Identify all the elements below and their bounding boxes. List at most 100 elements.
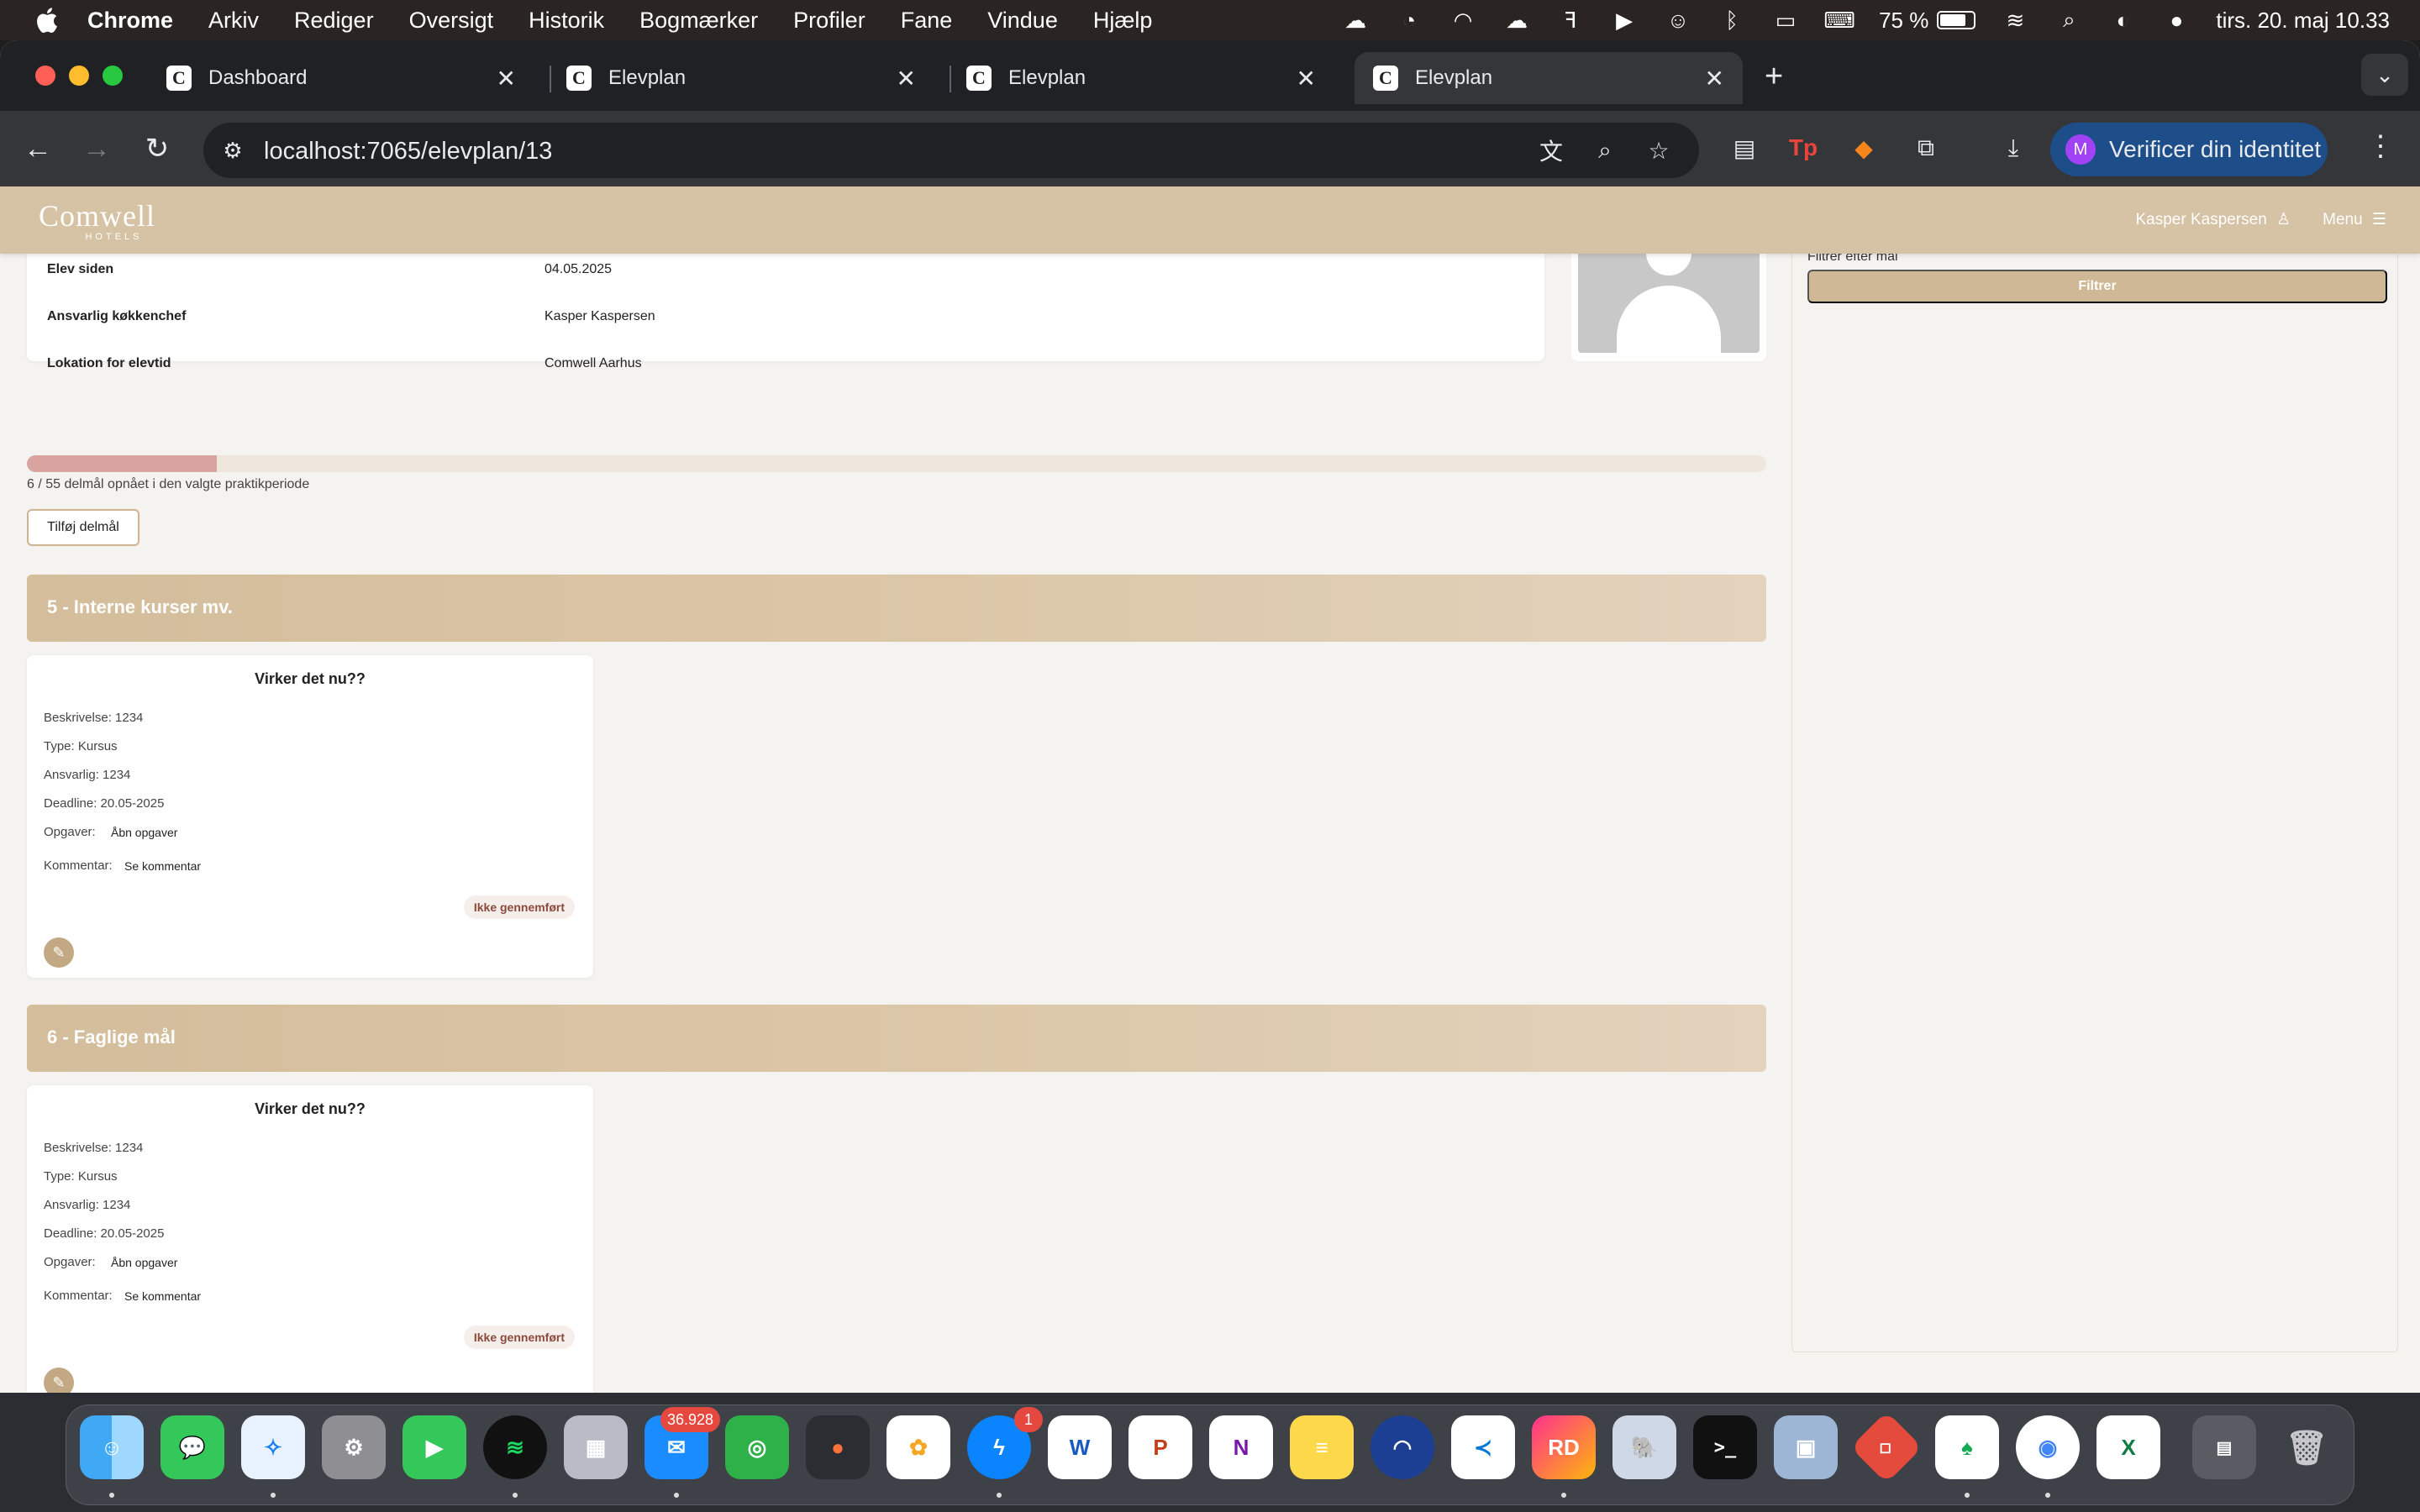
network-scan-icon[interactable]: ◠	[1449, 6, 1477, 34]
flag-app-icon[interactable]: ꟻ	[1556, 6, 1585, 34]
tab-elevplan[interactable]: C Elevplan ✕	[948, 52, 1334, 104]
menubar-clock[interactable]: tirs. 20. maj 10.33	[2216, 8, 2390, 34]
back-arrow-icon[interactable]: ←	[18, 129, 57, 168]
extensions-puzzle-icon[interactable]: ⧉	[1909, 131, 1943, 165]
menu-arkiv[interactable]: Arkiv	[208, 8, 259, 34]
preview-icon[interactable]: ▣	[1774, 1415, 1838, 1479]
zoom-icon[interactable]: ⌕	[1590, 135, 1620, 165]
tp-extension-icon[interactable]: Tp	[1786, 131, 1820, 165]
browser-menu-kebab-icon[interactable]: ⋮	[2366, 129, 2395, 163]
tab-elevplan[interactable]: C Elevplan ✕	[548, 52, 934, 104]
tab-close-icon[interactable]: ✕	[1297, 65, 1316, 92]
launchpad-icon[interactable]: ▦	[564, 1415, 628, 1479]
stage-manager-icon[interactable]: ▭	[1771, 6, 1800, 34]
add-goal-button[interactable]: Tilføj delmål	[27, 509, 139, 546]
apple-menu-icon[interactable]	[34, 6, 59, 34]
tab-search-chevron-icon[interactable]: ⌄	[2361, 54, 2408, 96]
battery-icon[interactable]	[1937, 11, 1976, 29]
siri-icon[interactable]: ●	[2162, 6, 2191, 34]
edit-pencil-icon[interactable]: ✎	[44, 937, 74, 968]
open-tasks-button[interactable]: Åbn opgaver	[111, 1256, 177, 1269]
see-comment-button[interactable]: Se kommentar	[124, 1289, 201, 1303]
running-indicator	[997, 1493, 1002, 1498]
terminal-icon[interactable]: >_	[1693, 1415, 1757, 1479]
menu-fane[interactable]: Fane	[901, 8, 953, 34]
menu-bogmaerker[interactable]: Bogmærker	[639, 8, 758, 34]
system-settings-icon[interactable]: ⚙	[322, 1415, 386, 1479]
find-my-icon[interactable]: ◎	[725, 1415, 789, 1479]
mongodb-icon[interactable]: ♠	[1935, 1415, 1999, 1479]
window-close-button[interactable]	[35, 66, 55, 86]
rider-icon[interactable]: RD	[1532, 1415, 1596, 1479]
menu-profiler[interactable]: Profiler	[793, 8, 865, 34]
circle-status-icon[interactable]: ◔	[1395, 6, 1423, 34]
spotlight-search-icon[interactable]: ⌕	[2054, 6, 2083, 34]
firefox-icon[interactable]: ●	[806, 1415, 870, 1479]
control-center-icon[interactable]: ◐	[2108, 6, 2137, 34]
bookmark-star-icon[interactable]: ☆	[1644, 135, 1674, 165]
trash-icon[interactable]: 🗑	[2275, 1415, 2338, 1479]
comwell-logo[interactable]: Comwell HOTELS	[39, 198, 155, 242]
git-icon[interactable]: ◇	[1850, 1411, 1923, 1483]
icloud-icon[interactable]: ☁	[1502, 6, 1531, 34]
postgres-icon[interactable]: 🐘	[1612, 1415, 1676, 1479]
forward-arrow-icon[interactable]: →	[77, 129, 116, 168]
network-icon[interactable]: ◠	[1370, 1415, 1434, 1479]
safari-icon[interactable]: ✧	[241, 1415, 305, 1479]
tab-close-icon[interactable]: ✕	[1705, 65, 1724, 92]
goal-responsible: Ansvarlig: 1234	[44, 1198, 131, 1212]
menu-oversigt[interactable]: Oversigt	[409, 8, 494, 34]
mail-icon[interactable]: ✉ 36.928	[644, 1407, 720, 1479]
tab-elevplan-active[interactable]: C Elevplan ✕	[1355, 52, 1743, 104]
menu-historik[interactable]: Historik	[529, 8, 604, 34]
wifi-icon[interactable]: ≋	[2001, 6, 2029, 34]
reload-icon[interactable]: ↻	[138, 129, 176, 168]
downloads-icon[interactable]: ⤓	[1996, 131, 2030, 165]
chrome-icon[interactable]: ◉	[2016, 1415, 2080, 1479]
url-text[interactable]: localhost:7065/elevplan/13	[264, 138, 552, 165]
verify-identity-button[interactable]: M Verificer din identitet	[2050, 123, 2328, 176]
accessibility-icon[interactable]: ☺	[1664, 6, 1692, 34]
running-indicator	[513, 1493, 518, 1498]
tab-dashboard[interactable]: C Dashboard ✕	[148, 52, 534, 104]
powerpoint-icon[interactable]: P	[1128, 1415, 1192, 1479]
creative-cloud-icon[interactable]: ☁	[1341, 6, 1370, 34]
keyboard-icon[interactable]: ⌨	[1823, 6, 1855, 34]
vscode-icon[interactable]: ≺	[1451, 1415, 1515, 1479]
menu-hjaelp[interactable]: Hjælp	[1093, 8, 1153, 34]
excel-icon[interactable]: X	[2096, 1415, 2160, 1479]
window-zoom-button[interactable]	[103, 66, 123, 86]
site-settings-icon[interactable]: ⚙	[218, 136, 247, 165]
downloads-stack-icon[interactable]: ▤	[2192, 1415, 2256, 1479]
word-icon[interactable]: W	[1048, 1415, 1112, 1479]
see-comment-button[interactable]: Se kommentar	[124, 859, 201, 873]
menu-vindue[interactable]: Vindue	[987, 8, 1058, 34]
site-header: Comwell HOTELS Kasper Kaspersen ♙ Menu ☰	[0, 186, 2420, 254]
tab-close-icon[interactable]: ✕	[897, 65, 916, 92]
filter-button[interactable]: Filtrer	[1807, 270, 2387, 303]
goal-deadline: Deadline: 20.05-2025	[44, 796, 165, 811]
tab-close-icon[interactable]: ✕	[497, 65, 516, 92]
messenger-icon[interactable]: ϟ1	[967, 1407, 1043, 1479]
translate-icon[interactable]: 文	[1536, 135, 1566, 165]
play-icon[interactable]: ▶	[1610, 6, 1639, 34]
messages-icon[interactable]: 💬	[160, 1415, 224, 1479]
photos-icon[interactable]: ✿	[886, 1415, 950, 1479]
notes-icon[interactable]: ≡	[1290, 1415, 1354, 1479]
menu-button[interactable]: Menu ☰	[2323, 210, 2386, 229]
reading-list-icon[interactable]: ▤	[1728, 131, 1761, 165]
window-minimize-button[interactable]	[69, 66, 89, 86]
open-tasks-button[interactable]: Åbn opgaver	[111, 826, 177, 839]
user-account-link[interactable]: Kasper Kaspersen ♙	[2135, 210, 2291, 229]
metamask-icon[interactable]: ◆	[1847, 131, 1881, 165]
menu-app-name[interactable]: Chrome	[87, 8, 173, 34]
address-bar[interactable]: ⚙ localhost:7065/elevplan/13 文 ⌕ ☆	[203, 123, 1699, 178]
new-tab-button[interactable]: +	[1765, 59, 1783, 95]
menu-rediger[interactable]: Rediger	[294, 8, 374, 34]
spotify-icon[interactable]: ≋	[483, 1415, 547, 1479]
facetime-icon[interactable]: ▶	[402, 1415, 466, 1479]
finder-icon[interactable]: ☺	[80, 1415, 144, 1479]
edit-pencil-icon[interactable]: ✎	[44, 1368, 74, 1393]
onenote-icon[interactable]: N	[1209, 1415, 1273, 1479]
bluetooth-icon[interactable]: ᛒ	[1718, 6, 1746, 34]
